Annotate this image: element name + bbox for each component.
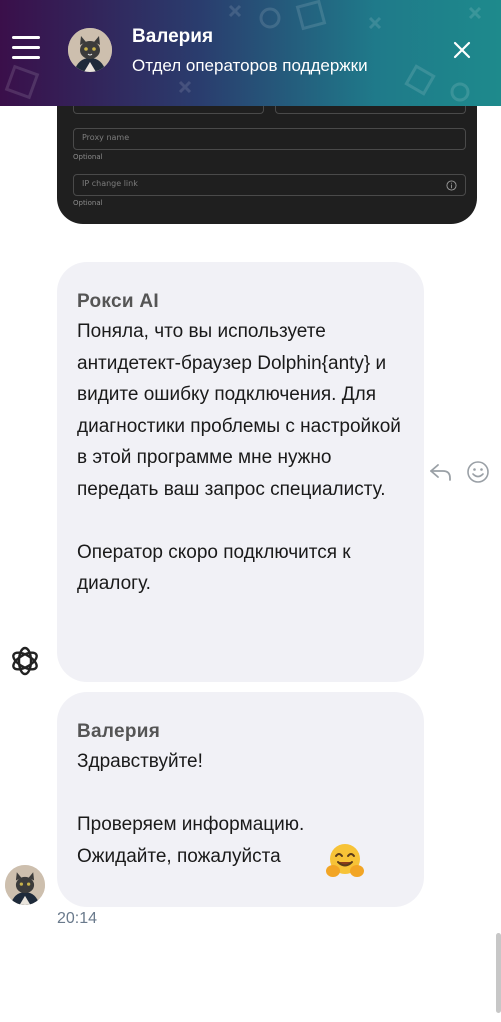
cat-avatar-image xyxy=(68,28,112,72)
proxy-name-help: Optional xyxy=(73,153,103,161)
message-author: Валерия xyxy=(77,721,161,742)
bot-message-bubble: Рокси AI Поняла, что вы используете анти… xyxy=(57,262,424,682)
proxy-name-placeholder: Proxy name xyxy=(82,133,130,142)
info-icon xyxy=(446,180,457,191)
menu-button[interactable] xyxy=(12,36,40,60)
message-actions xyxy=(428,460,490,484)
hamburger-icon xyxy=(12,36,40,39)
ip-change-field: IP change link xyxy=(73,174,466,196)
operator-avatar xyxy=(68,28,112,72)
ip-change-placeholder: IP change link xyxy=(82,179,138,188)
reply-icon[interactable] xyxy=(428,460,454,484)
scrollbar[interactable] xyxy=(496,933,501,1013)
operator-avatar-small xyxy=(5,865,45,905)
operator-message-bubble: Валерия Здравствуйте! Проверяем информац… xyxy=(57,692,424,907)
ip-change-help: Optional xyxy=(73,199,103,207)
close-button[interactable] xyxy=(450,38,474,62)
openai-logo-icon xyxy=(12,646,38,676)
message-text: Здравствуйте! Проверяем информацию. Ожид… xyxy=(77,751,305,867)
message-text: Поняла, что вы используете антидетект-бр… xyxy=(77,321,401,594)
operator-department: Отдел операторов поддержки xyxy=(132,56,368,75)
message-author: Рокси AI xyxy=(77,291,159,312)
message-timestamp: 20:14 xyxy=(57,910,98,927)
operator-name: Валерия xyxy=(132,26,214,47)
hugging-face-emoji xyxy=(326,844,364,877)
attached-screenshot: Proxy name Optional IP change link Optio… xyxy=(57,90,477,224)
proxy-name-field: Proxy name xyxy=(73,128,466,150)
cat-avatar-image xyxy=(5,865,45,905)
emoji-icon[interactable] xyxy=(466,460,490,484)
chat-header: Валерия Отдел операторов поддержки xyxy=(0,0,501,106)
bot-avatar xyxy=(7,643,43,679)
close-icon xyxy=(453,41,471,59)
